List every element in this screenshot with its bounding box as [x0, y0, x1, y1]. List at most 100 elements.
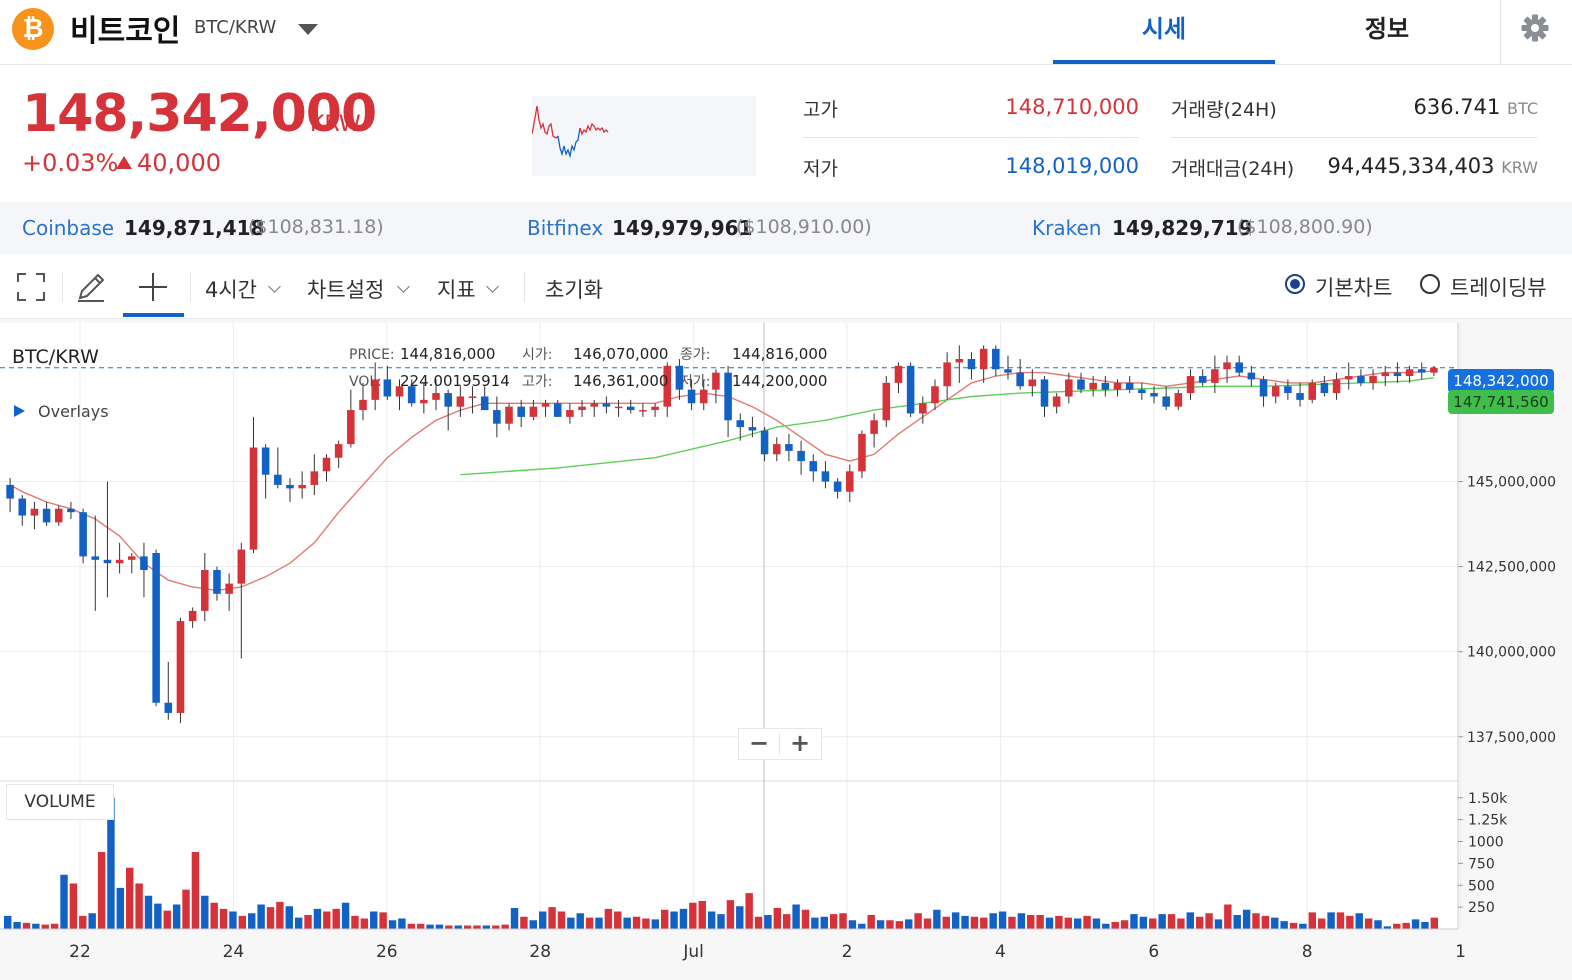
time-axis-label: 28	[529, 942, 551, 962]
price-axis-label: 145,000,000	[1467, 475, 1556, 491]
tab-info[interactable]: 정보	[1276, 0, 1498, 64]
volume-bar	[764, 915, 772, 929]
volume-bar	[1205, 913, 1213, 929]
volume-bar	[257, 904, 265, 929]
chevron-down-icon[interactable]	[298, 24, 318, 35]
volume-bar	[88, 913, 96, 929]
volume-bar	[22, 922, 31, 929]
zoom-out-button[interactable]: −	[739, 729, 779, 759]
volume-bar	[210, 902, 218, 929]
divider	[1171, 137, 1538, 138]
coin-name[interactable]: 비트코인	[70, 6, 180, 50]
candle-body	[359, 399, 367, 411]
volume-bar	[942, 916, 950, 929]
volume-bar	[614, 911, 622, 929]
volume-bar	[201, 895, 209, 929]
crosshair-button[interactable]	[136, 270, 170, 304]
radio-basic-chart[interactable]	[1285, 274, 1305, 294]
volume-bar	[567, 917, 575, 929]
volume-bar	[407, 923, 415, 929]
volume-bar	[1299, 923, 1307, 929]
candle-body	[1308, 382, 1316, 400]
volume-bar	[989, 913, 997, 929]
candlestick-chart[interactable]: 145,000,000 142,500,000 140,000,000 137,500…	[0, 319, 1572, 980]
candle-body	[188, 610, 197, 622]
volume-bar	[651, 919, 660, 929]
volume-bar	[388, 920, 397, 929]
volume-bar	[1102, 923, 1110, 929]
info-high-value: 146,361,000	[573, 372, 668, 390]
candle-body	[858, 433, 866, 472]
overlays-toggle[interactable]: Overlays	[38, 402, 109, 421]
candle-body	[687, 389, 696, 404]
candle-body	[42, 508, 51, 523]
candle-body	[1405, 369, 1414, 377]
exchange-name-bitfinex[interactable]: Bitfinex	[527, 216, 603, 240]
volume-bar	[576, 913, 584, 929]
reset-button[interactable]: 초기화	[545, 274, 603, 304]
exchange-name-kraken[interactable]: Kraken	[1032, 216, 1101, 240]
volume-bar	[229, 911, 237, 929]
volume-bar	[1017, 913, 1026, 929]
candle-body	[432, 393, 440, 400]
active-tool-indicator	[123, 313, 184, 317]
bitcoin-icon: ₿	[12, 8, 54, 50]
volume-bar	[1271, 917, 1279, 929]
volume-bar	[163, 910, 171, 929]
candle-body	[1198, 376, 1207, 383]
volume-bar	[492, 925, 500, 929]
mode-basic-label[interactable]: 기본차트	[1315, 272, 1392, 302]
candle-body	[578, 406, 586, 411]
volume-bar	[304, 915, 312, 929]
candle-body	[225, 583, 233, 594]
volume-bar	[623, 917, 631, 929]
candle-body	[1369, 376, 1377, 383]
indicators-menu[interactable]: 지표	[437, 274, 476, 304]
candle-body	[347, 410, 355, 445]
candle-body	[79, 512, 87, 557]
zoom-in-button[interactable]: +	[780, 729, 820, 759]
volume-bar	[182, 889, 190, 929]
info-vol-value: 224.00195914	[400, 372, 510, 390]
chart-settings-menu[interactable]: 차트설정	[307, 274, 384, 304]
radio-trading-view[interactable]	[1420, 274, 1440, 294]
candle-body	[1028, 379, 1037, 387]
candle-body	[614, 406, 623, 409]
candle-body	[505, 406, 513, 424]
candle-body	[906, 365, 915, 414]
fullscreen-button[interactable]	[14, 270, 48, 304]
candle-body	[164, 702, 173, 713]
tab-price[interactable]: 시세	[1053, 0, 1275, 64]
volume-bar	[1411, 919, 1420, 929]
candle-body	[176, 621, 185, 713]
candle-body	[566, 410, 574, 417]
time-axis-label: Jul	[682, 942, 704, 962]
volume-bar	[1083, 915, 1091, 929]
exchange-name-coinbase[interactable]: Coinbase	[22, 216, 114, 240]
volume-bar	[998, 911, 1007, 929]
settings-button[interactable]	[1500, 0, 1572, 64]
price-chart[interactable]: 145,000,000 142,500,000 140,000,000 137,500…	[0, 319, 1572, 980]
volume-bar	[604, 908, 613, 929]
draw-button[interactable]	[74, 270, 108, 304]
volume-bar	[538, 911, 547, 929]
candle-body	[298, 484, 306, 489]
volume-bar	[341, 902, 350, 929]
candle-body	[626, 406, 635, 411]
volume-bar	[219, 908, 228, 929]
candle-body	[1150, 393, 1158, 397]
volume-bar	[858, 923, 866, 929]
coin-pair[interactable]: BTC/KRW	[194, 17, 276, 38]
volume-bar	[1045, 917, 1054, 929]
volume-bar	[97, 852, 106, 929]
divider	[803, 137, 1139, 138]
price-axis-label: 137,500,000	[1467, 730, 1556, 746]
volume-bar	[313, 908, 322, 929]
candle-body	[846, 471, 854, 492]
info-price-value: 144,816,000	[400, 345, 495, 363]
volume-bar	[557, 911, 566, 929]
volume-bar	[445, 925, 453, 929]
interval-select[interactable]: 4시간	[205, 274, 257, 304]
mode-trading-label[interactable]: 트레이딩뷰	[1450, 272, 1547, 302]
volume-bar	[632, 916, 641, 929]
